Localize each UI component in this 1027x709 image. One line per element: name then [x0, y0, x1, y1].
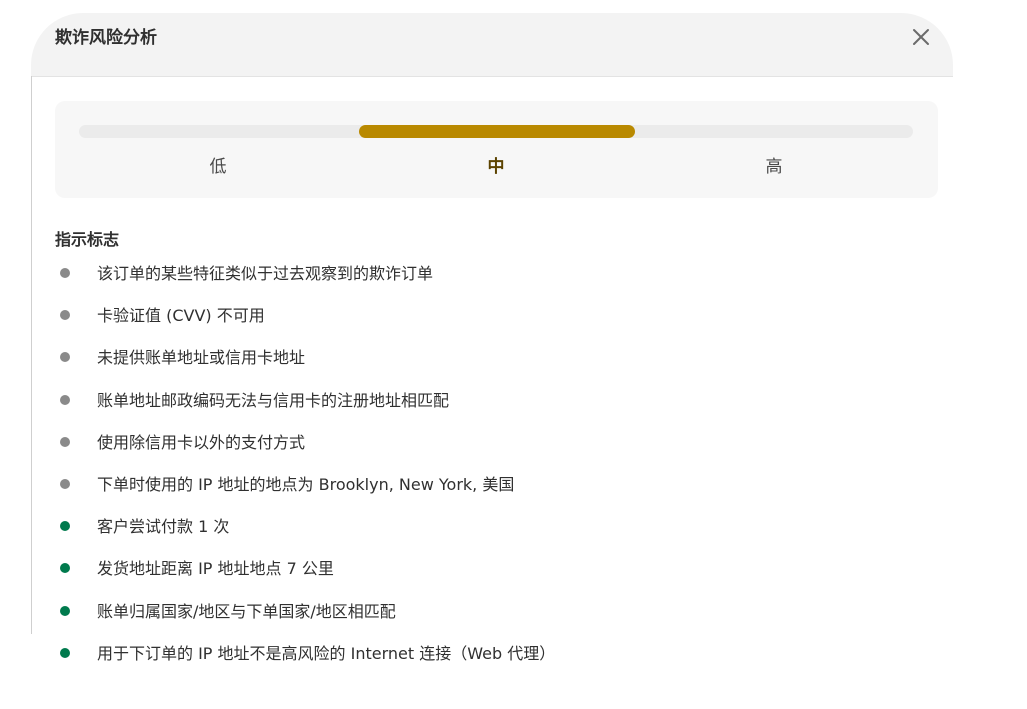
- close-button[interactable]: [907, 23, 935, 51]
- risk-level-fill: [359, 125, 636, 138]
- indicator-text: 使用除信用卡以外的支付方式: [97, 432, 306, 452]
- left-divider: [31, 76, 32, 634]
- indicator-text: 客户尝试付款 1 次: [97, 517, 230, 537]
- risk-level-high-label: 高: [765, 157, 783, 177]
- indicator-text: 该订单的某些特征类似于过去观察到的欺诈订单: [97, 264, 434, 283]
- safe-status-dot-icon: [60, 605, 70, 616]
- risk-level-track: [79, 125, 913, 138]
- indicator-text: 卡验证值 (CVV) 不可用: [97, 306, 265, 326]
- indicator-text: 用于下订单的 IP 地址不是高风险的 Internet 连接（Web 代理）: [97, 643, 556, 663]
- indicator-text: 账单地址邮政编码无法与信用卡的注册地址相匹配: [97, 390, 450, 410]
- risk-status-dot-icon: [60, 352, 70, 363]
- indicator-text: 下单时使用的 IP 地址的地点为 Brooklyn, New York, 美国: [97, 474, 515, 494]
- indicator-text: 账单归属国家/地区与下单国家/地区相匹配: [97, 601, 396, 621]
- risk-status-dot-icon: [60, 268, 70, 278]
- dialog-title: 欺诈风险分析: [55, 28, 157, 48]
- safe-status-dot-icon: [60, 563, 70, 574]
- risk-status-dot-icon: [60, 310, 70, 321]
- indicator-text: 发货地址距离 IP 地址地点 7 公里: [97, 559, 334, 579]
- risk-level-medium-label: 中: [487, 157, 505, 177]
- indicators-title: 指示标志: [55, 230, 120, 249]
- risk-status-dot-icon: [60, 394, 70, 405]
- dialog-header: 欺诈风险分析: [31, 13, 953, 77]
- safe-status-dot-icon: [60, 647, 70, 658]
- risk-status-dot-icon: [60, 478, 70, 489]
- safe-status-dot-icon: [60, 521, 70, 532]
- risk-status-dot-icon: [60, 436, 70, 447]
- risk-level-card: 低 中 高: [55, 101, 938, 198]
- risk-level-low-label: 低: [209, 157, 227, 177]
- fraud-risk-dialog: 欺诈风险分析 低 中 高 指示标志 该订单的某些特征类似于过去观察到的欺诈订单卡…: [31, 13, 953, 709]
- close-icon: [913, 29, 929, 45]
- indicator-text: 未提供账单地址或信用卡地址: [97, 348, 306, 368]
